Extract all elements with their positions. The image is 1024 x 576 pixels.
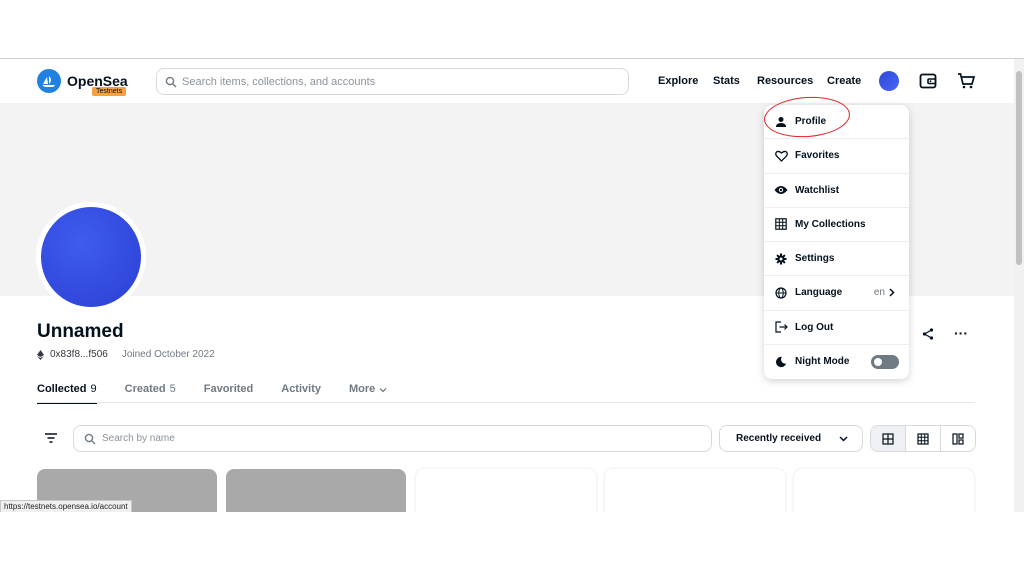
menu-item-log-out[interactable]: Log Out	[764, 311, 909, 345]
menu-item-night-mode[interactable]: Night Mode	[764, 345, 909, 379]
list-view-icon	[952, 432, 964, 445]
page-scrollbar[interactable]	[1014, 59, 1024, 512]
nft-card[interactable]	[794, 469, 974, 512]
tab-label: Activity	[281, 383, 321, 395]
tab-more[interactable]: More	[349, 383, 387, 404]
tab-label: Collected	[37, 383, 87, 395]
profile-meta: 0x83f8...f506 Joined October 2022	[37, 349, 215, 360]
joined-date: Joined October 2022	[121, 349, 215, 360]
testnets-badge: Testnets	[92, 87, 127, 96]
cart-icon	[958, 73, 975, 89]
nav-create[interactable]: Create	[827, 75, 861, 87]
menu-label: Log Out	[795, 321, 834, 333]
tab-created[interactable]: Created 5	[125, 383, 176, 404]
global-search-input[interactable]	[182, 75, 602, 88]
ellipsis-icon: ···	[954, 325, 968, 341]
more-options-button[interactable]: ···	[954, 325, 968, 341]
night-mode-toggle[interactable]	[871, 354, 899, 369]
nav-explore[interactable]: Explore	[658, 75, 698, 87]
menu-item-watchlist[interactable]: Watchlist	[764, 174, 909, 208]
menu-label: Night Mode	[795, 356, 850, 368]
search-icon	[165, 76, 177, 87]
globe-icon	[774, 286, 788, 300]
ethereum-icon	[37, 349, 44, 360]
opensea-logo-icon	[37, 69, 61, 93]
language-code: en	[873, 287, 885, 299]
item-search[interactable]	[73, 425, 712, 452]
filter-toggle-button[interactable]	[44, 431, 58, 449]
small-grid-icon	[917, 432, 929, 445]
tab-collected[interactable]: Collected 9	[37, 383, 97, 404]
menu-item-settings[interactable]: Settings	[764, 242, 909, 277]
menu-label: Watchlist	[795, 184, 840, 196]
menu-label: Settings	[795, 253, 835, 265]
tab-count: 9	[90, 383, 97, 395]
nav-stats[interactable]: Stats	[713, 75, 740, 87]
item-search-input[interactable]	[102, 433, 682, 444]
small-grid-view-button[interactable]	[906, 426, 941, 451]
profile-name: Unnamed	[37, 321, 124, 342]
grid-icon	[774, 217, 788, 231]
profile-tabs: Collected 9 Created 5 Favorited Activity M…	[37, 383, 387, 404]
nav-resources[interactable]: Resources	[757, 75, 813, 87]
menu-label: Language	[795, 287, 843, 299]
share-button[interactable]	[922, 327, 934, 345]
sort-value: Recently received	[736, 433, 822, 444]
nft-card[interactable]	[226, 469, 406, 512]
large-grid-icon	[882, 432, 894, 445]
menu-item-profile[interactable]: Profile	[764, 105, 909, 140]
cart-button[interactable]	[956, 71, 976, 91]
wallet-button[interactable]	[918, 71, 938, 91]
gear-icon	[774, 252, 788, 266]
tab-label: More	[349, 383, 376, 395]
tabs-divider	[37, 402, 975, 403]
menu-item-favorites[interactable]: Favorites	[764, 139, 909, 174]
chevron-right-icon	[889, 288, 895, 297]
tab-label: Favorited	[203, 383, 254, 395]
list-view-button[interactable]	[941, 426, 975, 451]
menu-item-language[interactable]: Language en	[764, 276, 909, 311]
view-mode-toggle	[870, 425, 976, 452]
person-icon	[774, 115, 788, 129]
scroll-thumb[interactable]	[1016, 71, 1022, 265]
account-avatar-button[interactable]	[879, 71, 899, 91]
tab-count: 5	[169, 383, 176, 395]
chevron-down-icon	[379, 388, 387, 393]
share-icon	[922, 328, 934, 340]
browser-viewport: OpenSea Testnets Explore Stats Resources…	[0, 58, 1024, 512]
global-search[interactable]	[156, 68, 629, 95]
menu-item-my-collections[interactable]: My Collections	[764, 208, 909, 242]
language-value: en	[874, 287, 895, 298]
sort-dropdown[interactable]: Recently received	[719, 425, 863, 452]
wallet-icon	[919, 73, 937, 89]
menu-label: My Collections	[795, 218, 866, 230]
eye-icon	[774, 183, 788, 197]
profile-avatar[interactable]	[36, 202, 146, 312]
heart-icon	[774, 149, 788, 163]
moon-icon	[774, 355, 788, 369]
tab-label: Created	[124, 383, 166, 395]
status-bar-url: https://testnets.opensea.io/account	[0, 500, 132, 512]
tab-favorited[interactable]: Favorited	[204, 383, 254, 404]
search-icon	[84, 433, 96, 444]
filter-icon	[45, 433, 57, 443]
large-grid-view-button[interactable]	[871, 426, 906, 451]
menu-label: Profile	[795, 116, 827, 128]
nft-card[interactable]	[605, 469, 785, 512]
wallet-address[interactable]: 0x83f8...f506	[50, 349, 108, 360]
top-navbar: OpenSea Testnets Explore Stats Resources…	[0, 59, 1014, 103]
logout-icon	[774, 320, 788, 334]
menu-label: Favorites	[795, 150, 840, 162]
account-dropdown-menu: Profile Favorites Watchlist My Collectio…	[764, 105, 909, 379]
tab-activity[interactable]: Activity	[281, 383, 321, 404]
chevron-down-icon	[839, 436, 848, 442]
nft-card[interactable]	[416, 469, 596, 512]
